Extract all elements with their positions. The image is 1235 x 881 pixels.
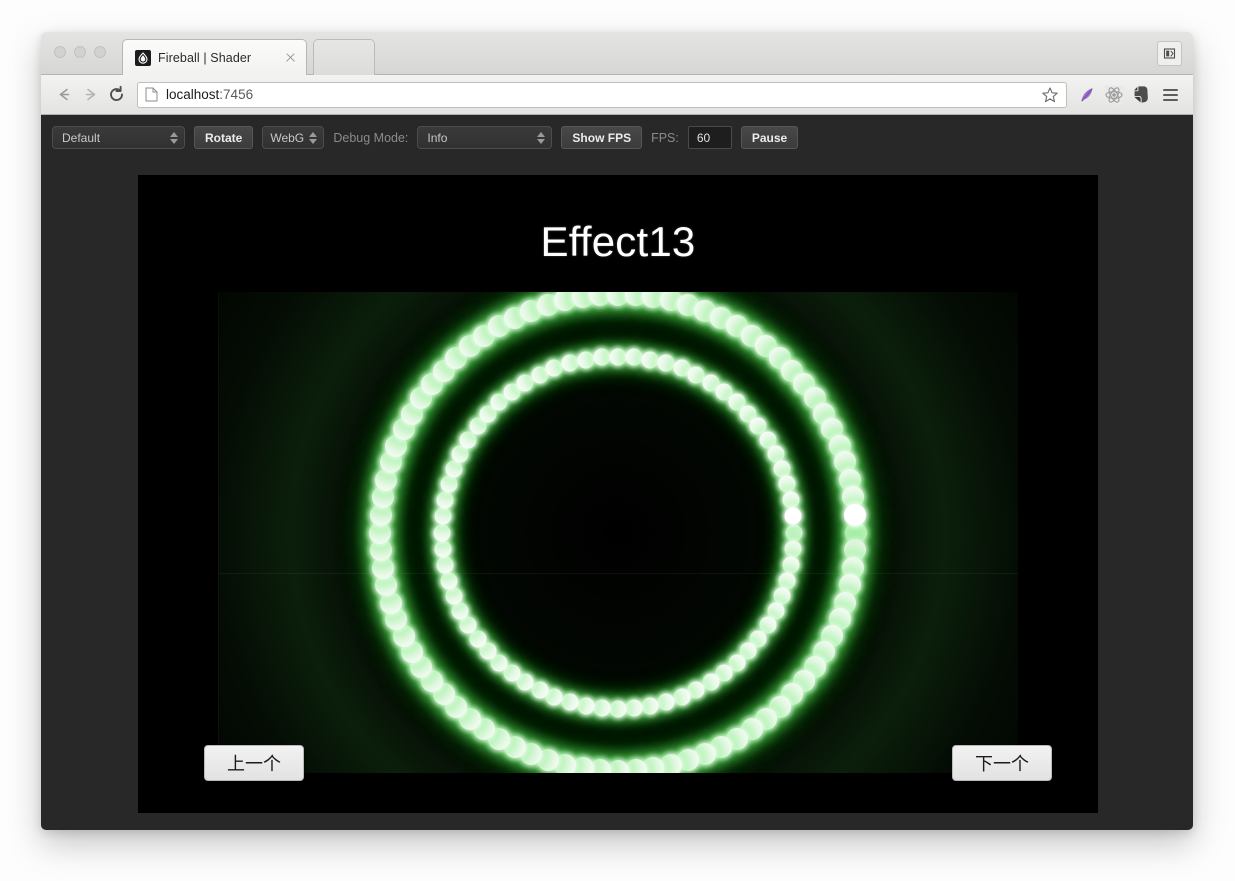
close-icon[interactable] xyxy=(283,50,298,65)
react-devtools-icon[interactable] xyxy=(1101,82,1127,108)
effect-title: Effect13 xyxy=(540,218,696,265)
window-traffic-lights xyxy=(54,46,106,58)
tab-fireball-shader[interactable]: Fireball | Shader xyxy=(122,39,307,75)
show-fps-button[interactable]: Show FPS xyxy=(561,126,643,149)
renderer-select-value: WebGL xyxy=(270,130,305,145)
forward-arrow-icon[interactable] xyxy=(77,82,103,108)
back-arrow-icon[interactable] xyxy=(51,82,77,108)
debug-mode-select[interactable]: Info xyxy=(417,126,553,149)
pause-button[interactable]: Pause xyxy=(740,126,799,149)
tab-title: Fireball | Shader xyxy=(158,50,252,65)
fireball-droplet-icon xyxy=(135,49,151,66)
chevron-updown-icon xyxy=(170,131,178,144)
debug-mode-select-value: Info xyxy=(427,130,448,145)
viewport-seam-horizontal xyxy=(218,573,1018,574)
browser-window: Fireball | Shader localhost:7456 Default… xyxy=(41,32,1193,830)
debug-mode-label: Debug Mode: xyxy=(333,130,409,145)
tab-strip: Fireball | Shader xyxy=(41,32,1193,75)
chevron-updown-icon xyxy=(309,131,318,144)
address-bar[interactable]: localhost:7456 xyxy=(137,81,1067,108)
renderer-select[interactable]: WebGL xyxy=(262,126,325,149)
fps-label: FPS: xyxy=(651,130,679,145)
shader-canvas[interactable]: Effect13 上一个 下一个 xyxy=(138,175,1098,813)
chevron-updown-icon xyxy=(537,131,546,144)
rotate-button[interactable]: Rotate xyxy=(194,126,254,149)
page-document-icon xyxy=(145,87,158,102)
previous-effect-button[interactable]: 上一个 xyxy=(204,745,304,781)
viewport-seam-vertical xyxy=(218,292,219,773)
reading-list-icon[interactable] xyxy=(1157,41,1182,66)
window-maximize-button[interactable] xyxy=(94,46,106,58)
scene-select[interactable]: Default xyxy=(52,126,185,149)
star-icon[interactable] xyxy=(1041,86,1059,104)
window-minimize-button[interactable] xyxy=(74,46,86,58)
fps-input[interactable]: 60 xyxy=(687,126,732,149)
evernote-extension-icon[interactable] xyxy=(1128,82,1154,108)
window-close-button[interactable] xyxy=(54,46,66,58)
feather-extension-icon[interactable] xyxy=(1074,82,1100,108)
address-bar-text[interactable]: localhost:7456 xyxy=(166,87,1041,102)
tab-blank[interactable] xyxy=(313,39,375,75)
next-effect-button[interactable]: 下一个 xyxy=(952,745,1052,781)
hamburger-menu-icon[interactable] xyxy=(1157,82,1183,108)
scene-select-value: Default xyxy=(62,130,101,145)
browser-toolbar: localhost:7456 xyxy=(41,75,1193,115)
address-port: :7456 xyxy=(219,87,254,102)
gl-viewport xyxy=(218,292,1018,773)
address-host: localhost xyxy=(166,87,220,102)
page-content: Default Rotate WebGL Debug Mode: Info S xyxy=(41,115,1193,830)
shader-toolbar: Default Rotate WebGL Debug Mode: Info S xyxy=(41,121,1193,154)
reload-icon[interactable] xyxy=(103,82,129,108)
